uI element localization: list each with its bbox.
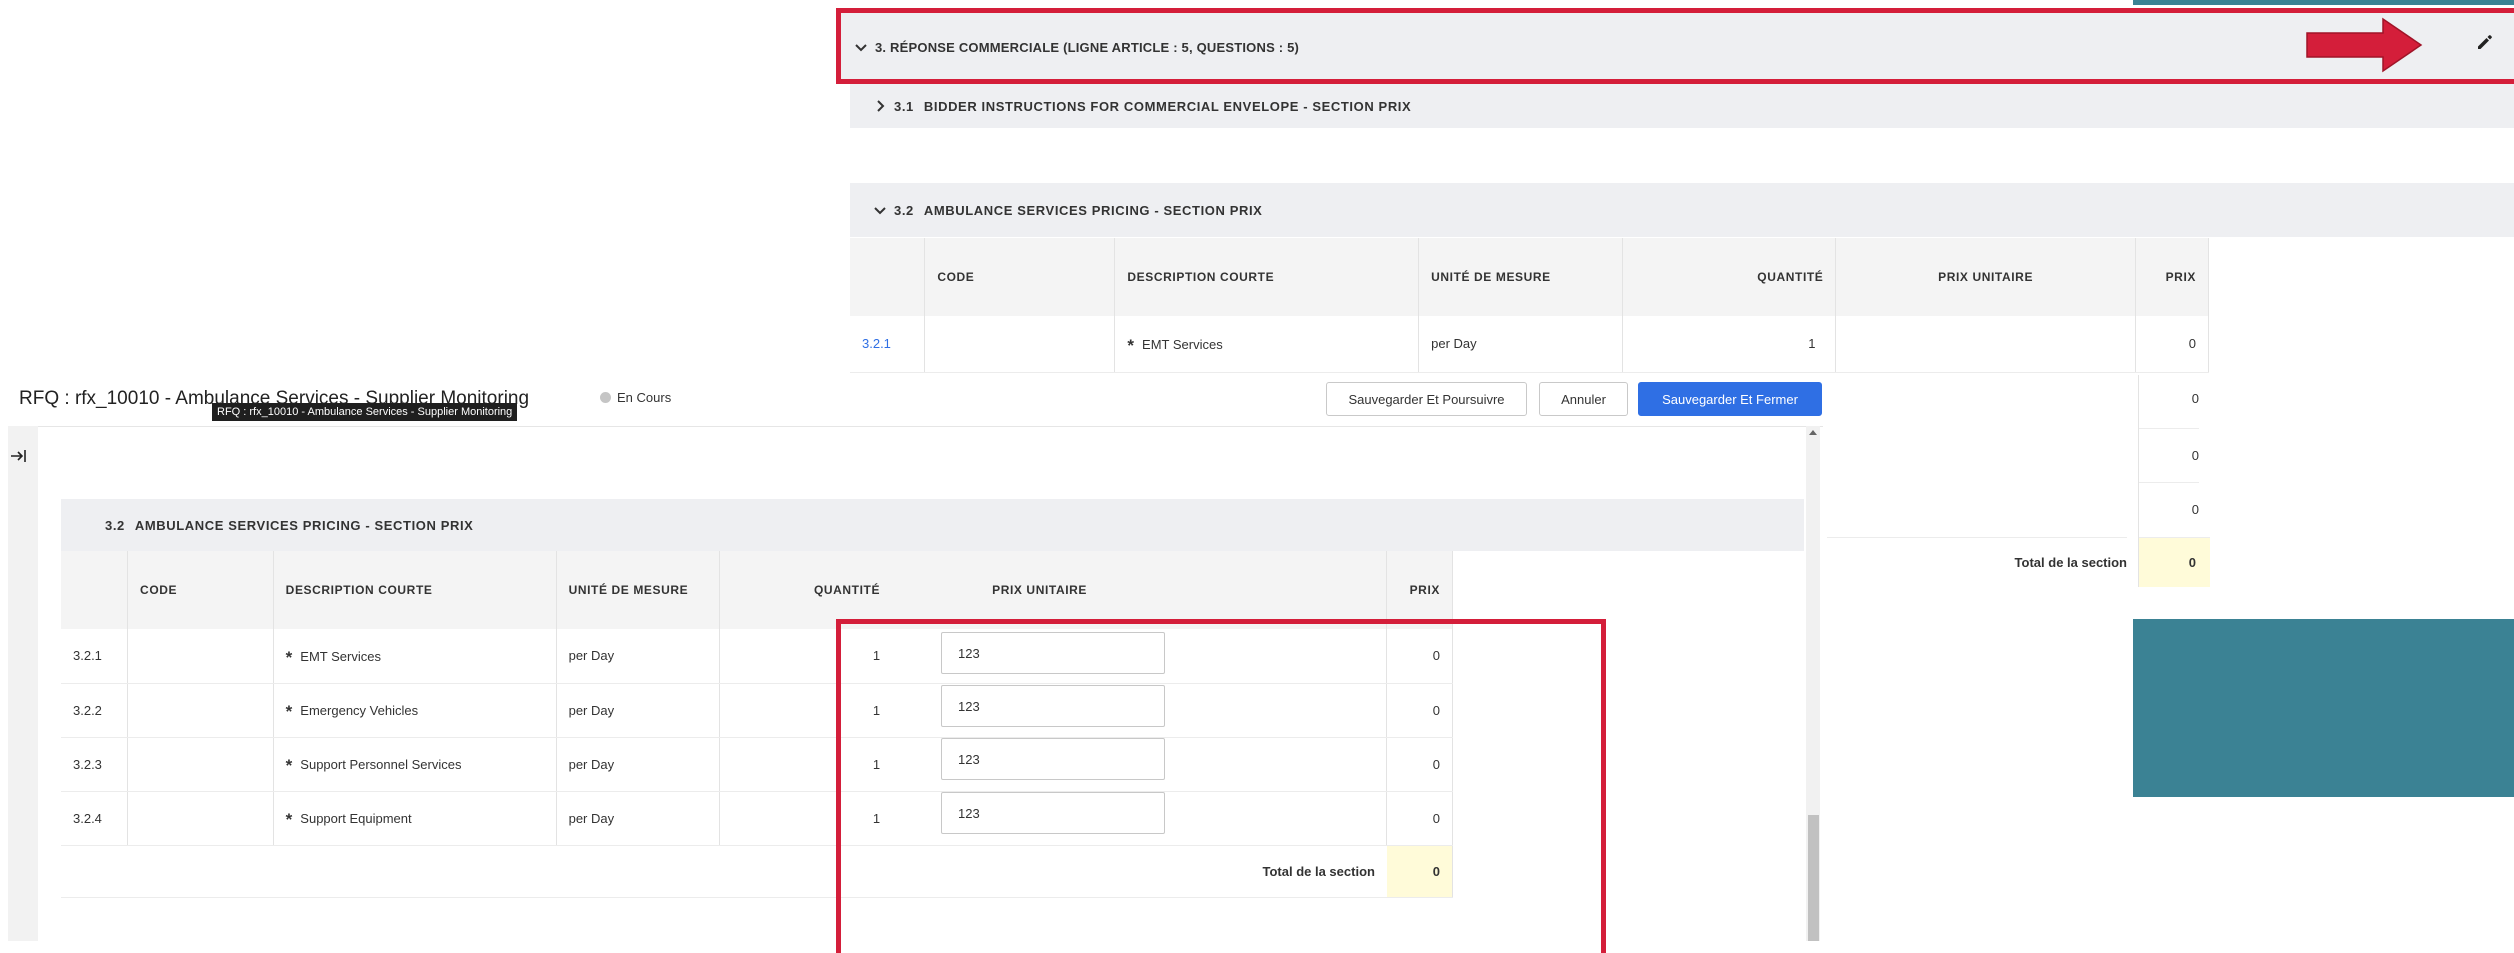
required-asterisk: * [285,756,293,775]
subsection-3-2-header-top[interactable]: 3.2 AMBULANCE SERVICES PRICING - SECTION… [850,183,2514,237]
row-number-link[interactable]: 3.2.1 [850,316,926,373]
row-price: 0 [2135,316,2210,373]
column-header-quantity: QUANTITÉ [1622,238,1837,316]
row-quantity: 1 [1622,316,1837,373]
required-asterisk: * [285,810,293,829]
row-unit: per Day [556,791,721,846]
row-number: 3.2.1 [61,629,129,684]
highlight-box-price-inputs [836,619,1606,953]
column-header-unit-price: PRIX UNITAIRE [1835,238,2136,316]
column-header-description: DESCRIPTION COURTE [273,551,557,629]
chevron-right-icon [872,98,888,114]
arrow-right-annotation [2306,17,2423,73]
subsection-3-2-number: 3.2 [105,517,125,533]
row-description: * Emergency Vehicles [273,683,557,738]
row-number: 3.2.3 [61,737,129,792]
required-asterisk: * [285,647,293,667]
bg-price-cell: 0 [2191,502,2199,517]
left-rail [8,426,38,941]
subsection-3-2-title: AMBULANCE SERVICES PRICING - SECTION PRI… [134,517,474,533]
column-header-quantity: QUANTITÉ [719,551,893,629]
row-unit-price [1835,316,2136,373]
teal-strip-top [2133,0,2514,5]
column-header-num [850,238,926,316]
teal-block [2133,619,2514,797]
row-unit: per Day [556,629,721,684]
table-row: 3.2.1 * EMT Services per Day 1 0 [850,316,2210,373]
bg-total-label: Total de la section [1827,537,2127,587]
subsection-3-1-number: 3.1 [894,98,914,114]
column-header-unit: UNITÉ DE MESURE [1418,238,1624,316]
status-badge: En Cours [600,390,671,405]
save-close-button[interactable]: Sauvegarder Et Fermer [1638,382,1822,416]
column-header-description: DESCRIPTION COURTE [1114,238,1420,316]
row-unit: per Day [556,737,721,792]
pricing-table-top: CODE DESCRIPTION COURTE UNITÉ DE MESURE … [850,238,2210,373]
row-code [127,683,274,738]
column-header-price: PRIX [1386,551,1453,629]
row-description: * Support Personnel Services [273,737,557,792]
column-header-unit-price: PRIX UNITAIRE [892,551,1388,629]
subsection-3-1-title: BIDDER INSTRUCTIONS FOR COMMERCIAL ENVEL… [923,98,1412,114]
bg-price-cell: 0 [2139,429,2199,483]
row-description: * EMT Services [273,629,557,684]
subsection-3-1-header[interactable]: 3.1 BIDDER INSTRUCTIONS FOR COMMERCIAL E… [850,84,2514,128]
row-description: * Support Equipment [273,791,557,846]
bg-price-cell: 0 [2139,375,2199,429]
row-code [127,791,274,846]
row-unit: per Day [556,683,721,738]
bg-price-column: 0 0 0 Total de la section 0 [1827,375,2210,587]
pencil-icon[interactable] [2475,32,2495,52]
row-number: 3.2.4 [61,791,129,846]
arrow-right-bar-icon[interactable] [9,447,29,465]
subsection-3-2-title: AMBULANCE SERVICES PRICING - SECTION PRI… [923,202,1263,218]
scrollbar-thumb[interactable] [1808,815,1819,941]
status-dot-icon [600,392,611,403]
column-header-num [61,551,129,629]
highlight-box-section-header [836,8,2514,84]
title-tooltip: RFQ : rfx_10010 - Ambulance Services - S… [212,403,518,421]
bg-total-value: 0 [2139,537,2210,587]
status-label: En Cours [617,390,672,405]
row-description: * EMT Services [1114,316,1420,373]
column-header-code: CODE [127,551,274,629]
row-number: 3.2.2 [61,683,129,738]
scroll-up-icon[interactable] [1808,428,1818,436]
row-unit: per Day [1418,316,1624,373]
row-code [924,316,1116,373]
row-code [127,629,274,684]
column-header-price: PRIX [2135,238,2210,316]
row-code [127,737,274,792]
cancel-button[interactable]: Annuler [1539,382,1628,416]
required-asterisk: * [1127,335,1135,355]
required-asterisk: * [285,702,293,721]
subsection-3-2-header[interactable]: 3.2 AMBULANCE SERVICES PRICING - SECTION… [61,499,1804,551]
subsection-3-2-number: 3.2 [894,202,914,218]
column-header-code: CODE [924,238,1116,316]
column-header-unit: UNITÉ DE MESURE [556,551,721,629]
chevron-down-icon [872,202,888,218]
save-continue-button[interactable]: Sauvegarder Et Poursuivre [1326,382,1527,416]
